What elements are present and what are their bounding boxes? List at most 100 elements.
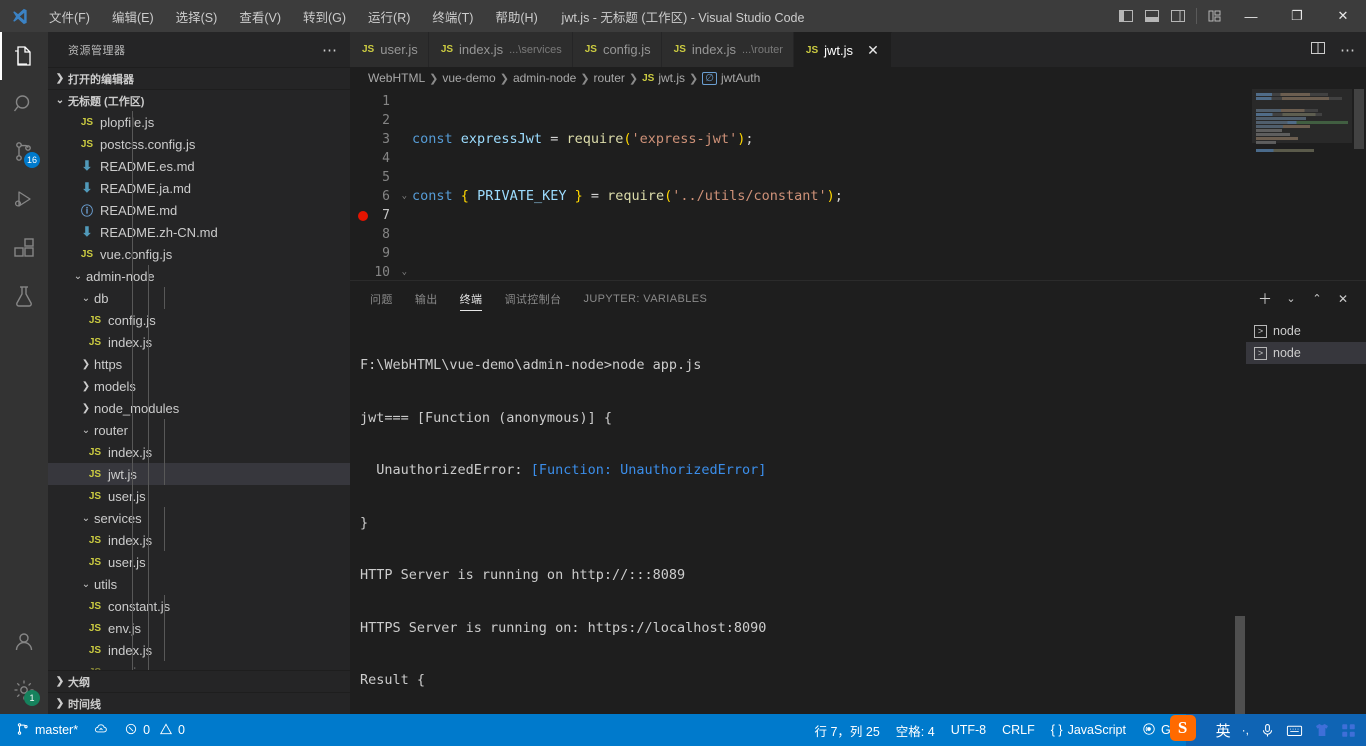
- activity-extensions-icon[interactable]: [0, 224, 48, 272]
- line-number[interactable]: 8: [350, 225, 412, 244]
- tree-item-user-js[interactable]: JS user.js: [48, 485, 350, 507]
- editor-tab-config-js[interactable]: JS config.js: [572, 32, 662, 67]
- breadcrumb-item-4[interactable]: jwt.js: [658, 71, 685, 85]
- panel-tab-terminal[interactable]: 终端: [459, 281, 483, 316]
- new-terminal-icon[interactable]: ＋: [1254, 288, 1276, 310]
- customize-layout-icon[interactable]: [1202, 0, 1228, 32]
- panel-tab-jupyter-variables[interactable]: JUPYTER: VARIABLES: [583, 281, 707, 316]
- status-indentation[interactable]: 空格: 4: [888, 714, 943, 746]
- code-editor[interactable]: 1 2 3 4 5 6 ⌄ 7 8 9 10 ⌄ const expressJwt = require…: [350, 89, 1366, 280]
- toggle-secondary-sidebar-icon[interactable]: [1165, 0, 1191, 32]
- toggle-primary-sidebar-icon[interactable]: [1113, 0, 1139, 32]
- menu-go[interactable]: 转到(G): [292, 0, 357, 32]
- line-number[interactable]: 3: [350, 130, 412, 149]
- editor-vertical-scrollbar[interactable]: [1352, 89, 1366, 280]
- tree-item-index-js[interactable]: JS index.js: [48, 529, 350, 551]
- tree-item-README-ja-md[interactable]: ⬇ README.ja.md: [48, 177, 350, 199]
- chevron-right-icon[interactable]: ❯: [78, 381, 94, 392]
- line-number[interactable]: 10 ⌄: [350, 263, 412, 280]
- terminal-list-item[interactable]: > node: [1246, 320, 1366, 342]
- tree-item-https[interactable]: ❯ https: [48, 353, 350, 375]
- breadcrumb-item-5[interactable]: jwtAuth: [721, 71, 760, 85]
- editor-tab-index-js-3[interactable]: JS index.js ...\router: [661, 32, 794, 67]
- chevron-down-icon[interactable]: ⌄: [70, 271, 86, 282]
- tree-item-user-js[interactable]: JS user.js: [48, 551, 350, 573]
- editor-more-actions-icon[interactable]: ⋯: [1340, 41, 1356, 59]
- menu-view[interactable]: 查看(V): [228, 0, 292, 32]
- tree-item-index-js[interactable]: JS index.js: [48, 639, 350, 661]
- editor-tab-user-js[interactable]: JS user.js: [350, 32, 429, 67]
- chevron-down-icon[interactable]: ⌄: [78, 579, 94, 590]
- breadcrumb-item-1[interactable]: vue-demo: [442, 71, 495, 85]
- chevron-down-icon[interactable]: ⌄: [78, 425, 94, 436]
- terminal-scrollbar-thumb[interactable]: [1235, 616, 1245, 714]
- tree-item-plopfile-js[interactable]: JS plopfile.js: [48, 111, 350, 133]
- line-number[interactable]: 5: [350, 168, 412, 187]
- section-workspace[interactable]: ⌄ 无标题 (工作区): [48, 89, 350, 111]
- toggle-panel-icon[interactable]: [1139, 0, 1165, 32]
- breadcrumb-item-0[interactable]: WebHTML: [368, 71, 425, 85]
- fold-chevron-icon[interactable]: ⌄: [402, 187, 407, 206]
- line-number[interactable]: 2: [350, 111, 412, 130]
- minimap[interactable]: [1252, 89, 1352, 280]
- activity-source-control-icon[interactable]: 16: [0, 128, 48, 176]
- breadcrumb-item-2[interactable]: admin-node: [513, 71, 576, 85]
- tree-item-constant-js[interactable]: JS constant.js: [48, 595, 350, 617]
- section-timeline[interactable]: ❯ 时间线: [48, 692, 350, 714]
- scrollbar-thumb[interactable]: [1354, 89, 1364, 149]
- tree-item-config-js[interactable]: JSconfig.js: [48, 309, 350, 331]
- terminal-instance-list[interactable]: > node > node: [1246, 316, 1366, 714]
- status-problems[interactable]: 0 0: [116, 714, 193, 746]
- activity-explorer-icon[interactable]: [0, 32, 48, 80]
- tree-item-db[interactable]: ⌄ db: [48, 287, 350, 309]
- chevron-down-icon[interactable]: ⌄: [78, 293, 94, 304]
- chevron-down-icon[interactable]: ⌄: [78, 513, 94, 524]
- code-content[interactable]: const expressJwt = require('express-jwt'…: [412, 89, 1366, 280]
- tree-item-app-js[interactable]: JS app.js: [48, 661, 350, 671]
- tree-item-index-js[interactable]: JS index.js: [48, 441, 350, 463]
- fold-chevron-icon[interactable]: ⌄: [402, 263, 407, 280]
- panel-tab-output[interactable]: 输出: [415, 281, 438, 316]
- status-cursor-position[interactable]: 行 7，列 25: [806, 714, 887, 746]
- maximize-panel-icon[interactable]: ⌃: [1306, 288, 1328, 310]
- chevron-right-icon[interactable]: ❯: [78, 403, 94, 414]
- editor-tab-jwt-js[interactable]: JS jwt.js ✕: [793, 32, 893, 67]
- tree-item-services[interactable]: ⌄ services: [48, 507, 350, 529]
- shirt-icon[interactable]: [1314, 722, 1330, 738]
- tree-item-README-zh-CN-md[interactable]: ⬇ README.zh-CN.md: [48, 221, 350, 243]
- menu-run[interactable]: 运行(R): [357, 0, 421, 32]
- keyboard-icon[interactable]: [1286, 723, 1303, 738]
- status-encoding[interactable]: UTF-8: [943, 714, 994, 746]
- terminal-profile-dropdown-icon[interactable]: ⌄: [1280, 288, 1302, 310]
- section-open-editors[interactable]: ❯ 打开的编辑器: [48, 67, 350, 89]
- menu-terminal[interactable]: 终端(T): [421, 0, 484, 32]
- tree-item-postcss-config-js[interactable]: JS postcss.config.js: [48, 133, 350, 155]
- tree-item-index-js[interactable]: JS index.js: [48, 331, 350, 353]
- activity-search-icon[interactable]: [0, 80, 48, 128]
- tree-item-utils[interactable]: ⌄ utils: [48, 573, 350, 595]
- menu-file[interactable]: 文件(F): [38, 0, 101, 32]
- tree-item-admin-node[interactable]: ⌄ admin-node: [48, 265, 350, 287]
- maximize-button[interactable]: ❐: [1274, 0, 1320, 32]
- file-tree[interactable]: JS plopfile.js JS postcss.config.js ⬇ README.…: [48, 111, 350, 670]
- editor-tab-index-js-1[interactable]: JS index.js ...\services: [428, 32, 573, 67]
- status-branch[interactable]: master*: [8, 714, 86, 746]
- activity-accounts-icon[interactable]: [0, 618, 48, 666]
- tree-item-vue-config-js[interactable]: JS vue.config.js: [48, 243, 350, 265]
- line-number[interactable]: 4: [350, 149, 412, 168]
- split-editor-icon[interactable]: [1310, 40, 1326, 59]
- minimize-button[interactable]: —: [1228, 0, 1274, 32]
- chevron-right-icon[interactable]: ❯: [78, 359, 94, 370]
- tree-item-README-md[interactable]: ⓘ README.md: [48, 199, 350, 221]
- sidebar-more-actions-icon[interactable]: ⋯: [322, 41, 338, 59]
- ime-punctuation-icon[interactable]: ·,: [1242, 723, 1249, 737]
- editor-tab-close-icon[interactable]: ✕: [865, 42, 881, 59]
- breadcrumb-item-3[interactable]: router: [594, 71, 625, 85]
- ime-language-icon[interactable]: 英: [1216, 720, 1231, 741]
- tree-item-node_modules[interactable]: ❯ node_modules: [48, 397, 350, 419]
- line-number[interactable]: 7: [350, 206, 412, 225]
- sogou-ime-icon[interactable]: S: [1169, 715, 1196, 741]
- menu-bar[interactable]: 文件(F) 编辑(E) 选择(S) 查看(V) 转到(G) 运行(R) 终端(T…: [38, 0, 549, 32]
- tree-item-models[interactable]: ❯ models: [48, 375, 350, 397]
- microphone-icon[interactable]: [1260, 723, 1275, 738]
